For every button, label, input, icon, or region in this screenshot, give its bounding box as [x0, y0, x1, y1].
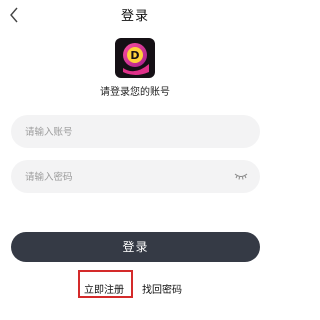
password-input[interactable]	[23, 160, 227, 195]
login-button[interactable]: 登录	[11, 232, 260, 262]
account-field	[11, 115, 260, 150]
svg-text:D: D	[130, 49, 139, 62]
account-input[interactable]	[23, 115, 227, 150]
password-visibility-toggle[interactable]	[234, 171, 248, 181]
eye-closed-icon	[234, 173, 248, 180]
app-logo: D	[115, 38, 155, 78]
app-logo-icon: D	[115, 38, 155, 78]
register-link[interactable]: 立即注册	[84, 281, 124, 296]
login-subtitle: 请登录您的账号	[100, 87, 170, 98]
forgot-password-link[interactable]: 找回密码	[142, 281, 182, 296]
top-bar: 登录	[0, 0, 270, 30]
page-title: 登录	[120, 9, 149, 24]
password-field	[11, 160, 260, 195]
